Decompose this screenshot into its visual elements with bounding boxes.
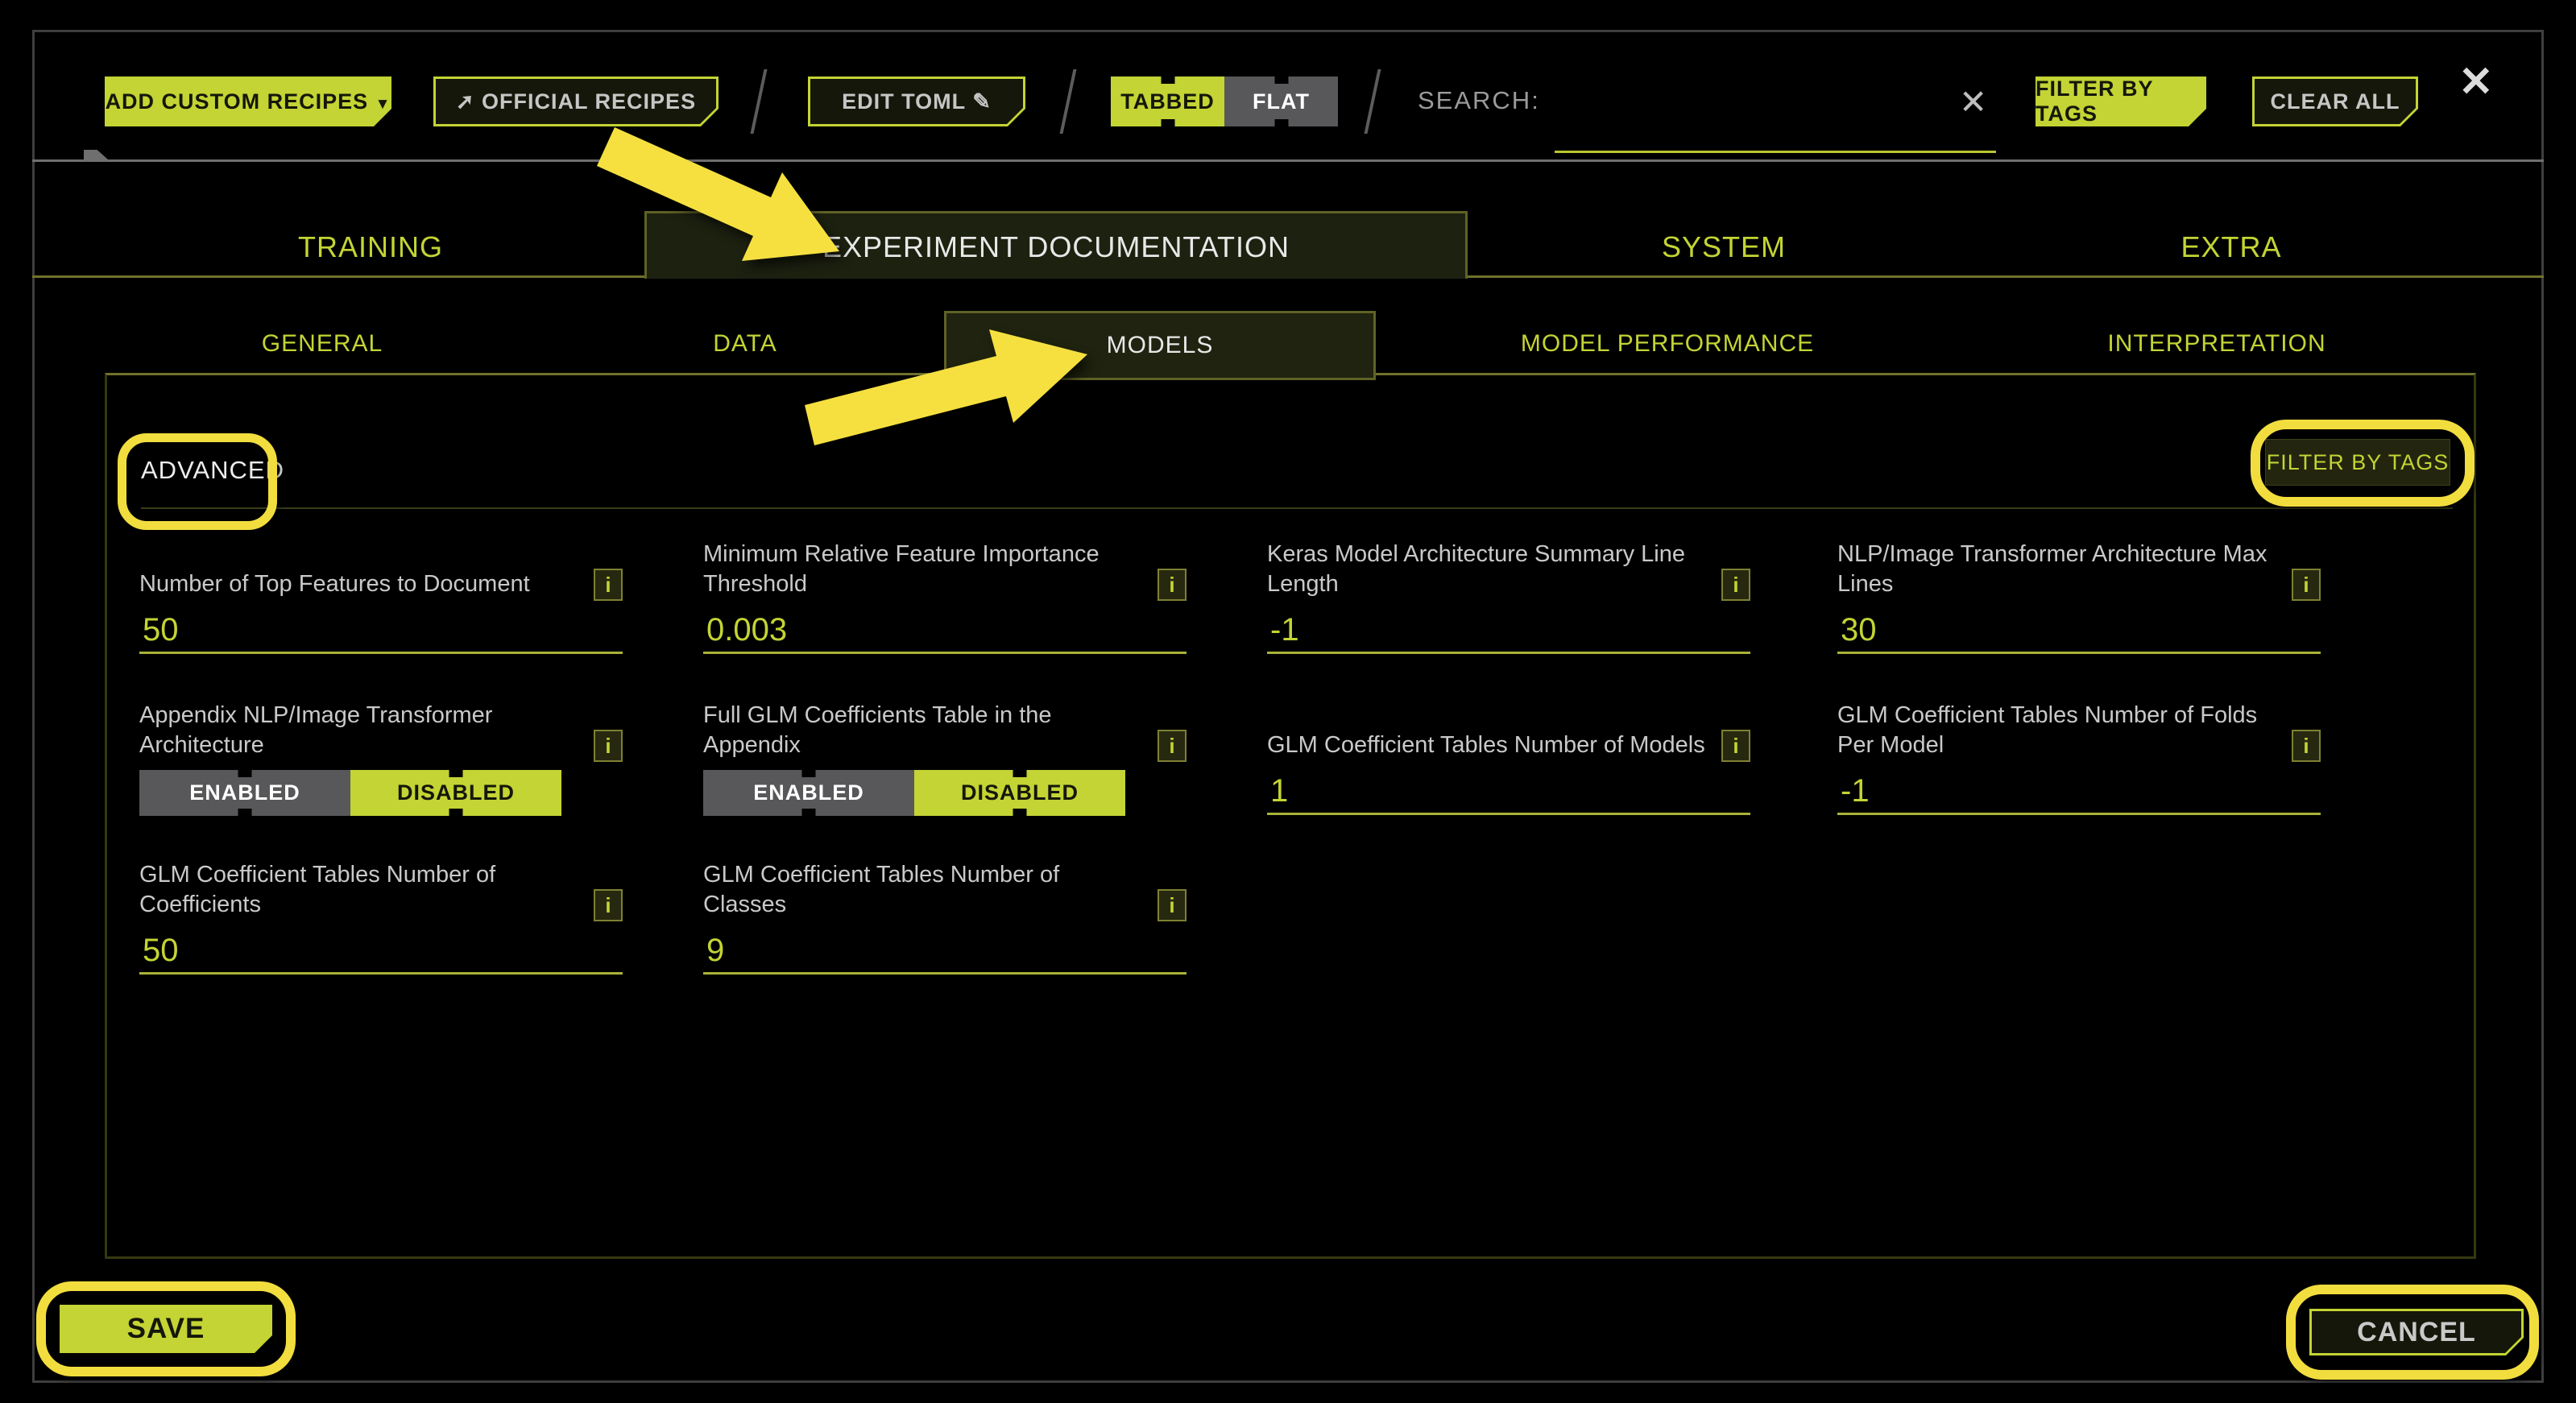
field-label-text: GLM Coefficient Tables Number of Classes [703,860,1145,920]
info-icon[interactable]: i [1721,569,1750,601]
cancel-button[interactable]: CANCEL [2309,1309,2524,1355]
field-label-text: GLM Coefficient Tables Number of Models [1267,730,1705,760]
field-label: NLP/Image Transformer Architecture Max L… [1837,532,2279,599]
close-icon[interactable]: ✕ [2458,58,2494,106]
field-label: GLM Coefficient Tables Number of Folds P… [1837,693,2279,760]
cancel-label: CANCEL [2357,1317,2476,1348]
info-icon[interactable]: i [1158,569,1187,601]
expert-settings-page: ADD CUSTOM RECIPES ▼ ➚ OFFICIAL RECIPES … [0,0,2576,1403]
search-label: SEARCH: [1418,86,1540,115]
search-clear-icon[interactable]: ✕ [1959,82,1987,122]
field-value-input[interactable]: 9 [703,933,1187,975]
clear-all-label: CLEAR ALL [2271,89,2400,114]
field-label-text: Minimum Relative Feature Importance Thre… [703,540,1145,599]
info-icon[interactable]: i [1158,730,1187,762]
field-glm-coefficient-tables-number-of-classes: GLM Coefficient Tables Number of Classes… [703,852,1187,989]
filter-by-tags-label: FILTER BY TAGS [2036,77,2206,126]
info-icon[interactable]: i [2292,569,2321,601]
field-toggle: ENABLEDDISABLED [703,770,1125,816]
field-label-text: Full GLM Coefficients Table in the Appen… [703,701,1145,760]
field-label-text: GLM Coefficient Tables Number of Coeffic… [139,860,581,920]
clear-all-button[interactable]: CLEAR ALL [2252,77,2418,126]
field-glm-coefficient-tables-number-of-models: GLM Coefficient Tables Number of Models i… [1267,693,1750,830]
panel-filter-by-tags-button[interactable]: FILTER BY TAGS [2265,439,2450,486]
filter-by-tags-button[interactable]: FILTER BY TAGS [2036,77,2206,126]
advanced-section-divider [141,507,2453,509]
field-label-text: Appendix NLP/Image Transformer Architect… [139,701,581,760]
advanced-section-label: ADVANCED [141,456,284,485]
view-toggle-tabbed[interactable]: TABBED [1111,77,1224,126]
add-custom-recipes-button[interactable]: ADD CUSTOM RECIPES ▼ [105,77,391,126]
field-keras-model-architecture-summary-line-length: Keras Model Architecture Summary Line Le… [1267,532,1750,668]
official-recipes-label: OFFICIAL RECIPES [482,89,696,114]
toggle-option-enabled[interactable]: ENABLED [703,770,914,816]
field-label-text: GLM Coefficient Tables Number of Folds P… [1837,701,2279,760]
panel-filter-by-tags-label: FILTER BY TAGS [2267,450,2450,475]
field-value-input[interactable]: 30 [1837,612,2321,654]
field-label: Full GLM Coefficients Table in the Appen… [703,693,1145,760]
info-icon[interactable]: i [594,889,623,921]
tab-extra[interactable]: EXTRA [2180,230,2281,264]
field-label: Keras Model Architecture Summary Line Le… [1267,532,1708,599]
field-nlp-image-transformer-architecture-max-lines: NLP/Image Transformer Architecture Max L… [1837,532,2321,668]
info-icon[interactable]: i [594,569,623,601]
field-label: Appendix NLP/Image Transformer Architect… [139,693,581,760]
chevron-down-icon: ▼ [375,96,391,113]
field-label-text: Keras Model Architecture Summary Line Le… [1267,540,1708,599]
external-link-icon: ➚ [456,89,475,114]
toggle-option-disabled[interactable]: DISABLED [350,770,561,816]
info-icon[interactable]: i [1721,730,1750,762]
subtab-models[interactable]: MODELS [1107,332,1214,359]
field-label: GLM Coefficient Tables Number of Coeffic… [139,852,581,920]
view-mode-toggle: TABBED FLAT [1111,77,1338,126]
info-icon[interactable]: i [2292,730,2321,762]
save-label: SAVE [127,1313,205,1345]
field-value-input[interactable]: -1 [1837,773,2321,815]
toolbar-divider-line [32,159,2544,162]
edit-toml-button[interactable]: EDIT TOML ✎ [808,77,1025,126]
field-toggle: ENABLEDDISABLED [139,770,561,816]
field-glm-coefficient-tables-number-of-folds-per-model: GLM Coefficient Tables Number of Folds P… [1837,693,2321,830]
field-number-of-top-features-to-document: Number of Top Features to Document i 50 [139,532,623,668]
tab-experiment-documentation[interactable]: EXPERIMENT DOCUMENTATION [822,230,1290,264]
search-input[interactable] [1555,103,1996,153]
field-value-input[interactable]: 50 [139,612,623,654]
field-value-input[interactable]: -1 [1267,612,1750,654]
subtab-data[interactable]: DATA [713,330,777,358]
subtab-general[interactable]: GENERAL [262,330,383,358]
field-value-input[interactable]: 1 [1267,773,1750,815]
toggle-option-disabled[interactable]: DISABLED [914,770,1125,816]
field-full-glm-coefficients-table-in-the-appendix: Full GLM Coefficients Table in the Appen… [703,693,1187,830]
field-label: Minimum Relative Feature Importance Thre… [703,532,1145,599]
info-icon[interactable]: i [1158,889,1187,921]
field-minimum-relative-feature-importance-threshold: Minimum Relative Feature Importance Thre… [703,532,1187,668]
view-toggle-flat[interactable]: FLAT [1224,77,1338,126]
field-label: GLM Coefficient Tables Number of Classes [703,852,1145,920]
tab-system[interactable]: SYSTEM [1662,230,1786,264]
field-label: GLM Coefficient Tables Number of Models [1267,693,1708,760]
pencil-icon: ✎ [972,89,992,114]
field-value-input[interactable]: 50 [139,933,623,975]
official-recipes-button[interactable]: ➚ OFFICIAL RECIPES [433,77,719,126]
field-appendix-nlp-image-transformer-architecture: Appendix NLP/Image Transformer Architect… [139,693,623,830]
toggle-option-enabled[interactable]: ENABLED [139,770,350,816]
subtab-interpretation[interactable]: INTERPRETATION [2107,330,2325,358]
add-custom-recipes-label: ADD CUSTOM RECIPES [106,89,369,114]
info-icon[interactable]: i [594,730,623,762]
edit-toml-label: EDIT TOML [842,89,966,114]
field-label-text: Number of Top Features to Document [139,569,530,599]
field-glm-coefficient-tables-number-of-coefficients: GLM Coefficient Tables Number of Coeffic… [139,852,623,989]
save-button[interactable]: SAVE [60,1305,272,1353]
field-value-input[interactable]: 0.003 [703,612,1187,654]
field-label-text: NLP/Image Transformer Architecture Max L… [1837,540,2279,599]
subtab-model-performance[interactable]: MODEL PERFORMANCE [1521,330,1814,358]
field-label: Number of Top Features to Document [139,532,581,599]
tab-training[interactable]: TRAINING [298,230,443,264]
